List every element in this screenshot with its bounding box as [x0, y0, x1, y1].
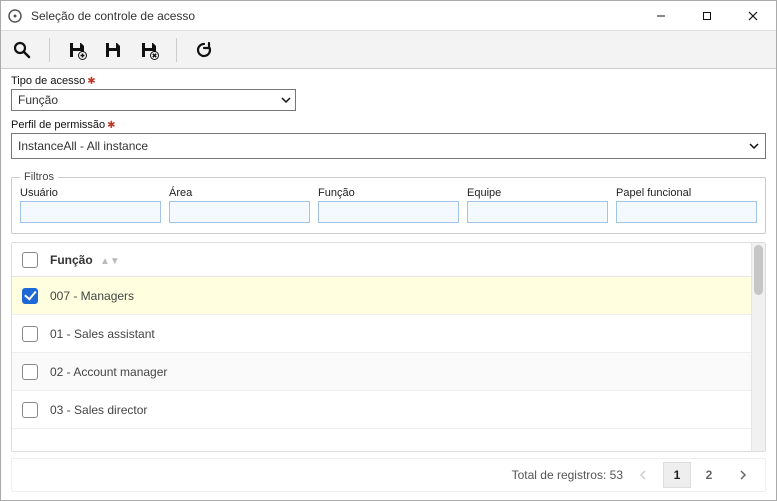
column-header-function-text: Função [50, 253, 93, 267]
list-area: Função ▲▼ 007 - Managers 01 - Sales assis… [11, 242, 766, 452]
list-rows: 007 - Managers 01 - Sales assistant 02 - A… [12, 277, 751, 449]
chevron-down-icon [749, 141, 759, 151]
row-checkbox[interactable] [22, 364, 38, 380]
permission-profile-value: InstanceAll - All instance [18, 139, 148, 153]
close-button[interactable] [730, 1, 776, 30]
permission-profile-label-text: Perfil de permissão [11, 119, 105, 131]
refresh-button[interactable] [191, 37, 217, 63]
filter-input-user[interactable] [20, 201, 161, 223]
row-checkbox[interactable] [22, 402, 38, 418]
filter-input-area[interactable] [169, 201, 310, 223]
filter-label-functional-role: Papel funcional [616, 187, 757, 199]
table-row[interactable]: 007 - Managers [12, 277, 751, 315]
toolbar-separator [49, 38, 50, 62]
required-icon: ✱ [87, 76, 95, 87]
row-label: 02 - Account manager [50, 365, 167, 379]
filter-label-area: Área [169, 187, 310, 199]
save-delete-button[interactable] [136, 37, 162, 63]
row-label: 01 - Sales assistant [50, 327, 155, 341]
page-next-button[interactable] [729, 462, 757, 488]
save-new-button[interactable] [64, 37, 90, 63]
sort-icon: ▲▼ [100, 256, 120, 267]
maximize-button[interactable] [684, 1, 730, 30]
filter-input-functional-role[interactable] [616, 201, 757, 223]
row-checkbox[interactable] [22, 326, 38, 342]
pagination-footer: Total de registros: 53 12 [11, 458, 766, 492]
filter-input-team[interactable] [467, 201, 608, 223]
window-title: Seleção de controle de acesso [29, 9, 638, 23]
filter-label-team: Equipe [467, 187, 608, 199]
access-type-label-text: Tipo de acesso [11, 75, 85, 87]
search-button[interactable] [9, 37, 35, 63]
table-row[interactable]: 03 - Sales director [12, 391, 751, 429]
page-button-2[interactable]: 2 [695, 462, 723, 488]
toolbar-separator [176, 38, 177, 62]
page-prev-button[interactable] [629, 462, 657, 488]
vertical-scrollbar[interactable] [751, 243, 765, 451]
required-icon: ✱ [107, 120, 115, 131]
access-type-value: Função [18, 93, 58, 107]
filter-label-user: Usuário [20, 187, 161, 199]
table-row[interactable] [12, 429, 751, 449]
chevron-down-icon [281, 95, 291, 105]
page-buttons: 12 [663, 462, 723, 488]
total-records-label: Total de registros: 53 [512, 468, 623, 482]
save-button[interactable] [100, 37, 126, 63]
access-type-select[interactable]: Função [11, 89, 296, 111]
access-type-label: Tipo de acesso ✱ [11, 75, 766, 87]
row-checkbox[interactable] [22, 288, 38, 304]
row-label: 03 - Sales director [50, 403, 147, 417]
filter-input-function[interactable] [318, 201, 459, 223]
table-row[interactable]: 01 - Sales assistant [12, 315, 751, 353]
list-header[interactable]: Função ▲▼ [12, 243, 751, 277]
titlebar: Seleção de controle de acesso [1, 1, 776, 31]
toolbar [1, 31, 776, 69]
filters-legend: Filtros [20, 171, 58, 183]
table-row[interactable]: 02 - Account manager [12, 353, 751, 391]
form-area: Tipo de acesso ✱ Função Perfil de permis… [1, 69, 776, 167]
permission-profile-label: Perfil de permissão ✱ [11, 119, 766, 131]
page-button-1[interactable]: 1 [663, 462, 691, 488]
filter-label-function: Função [318, 187, 459, 199]
minimize-button[interactable] [638, 1, 684, 30]
row-label: 007 - Managers [50, 289, 134, 303]
permission-profile-select[interactable]: InstanceAll - All instance [11, 133, 766, 159]
filters-fieldset: Filtros Usuário Área Função Equipe Papel… [11, 171, 766, 234]
app-icon [1, 8, 29, 24]
select-all-checkbox[interactable] [22, 252, 38, 268]
column-header-function[interactable]: Função ▲▼ [50, 253, 120, 267]
scroll-thumb[interactable] [754, 245, 763, 295]
